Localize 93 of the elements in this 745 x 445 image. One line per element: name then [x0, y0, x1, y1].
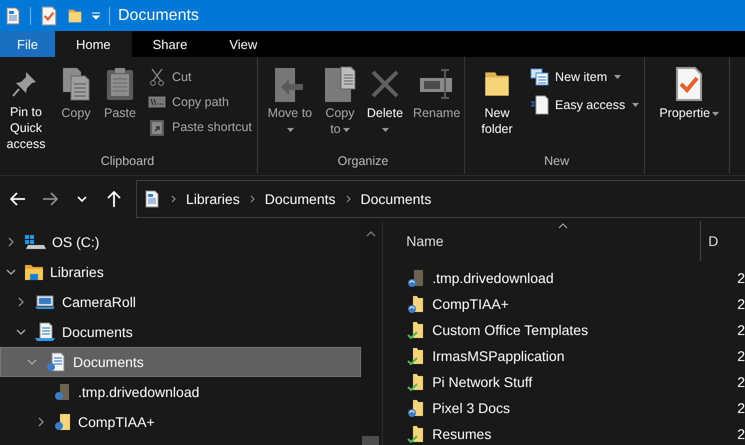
folder-sync-icon [54, 413, 72, 431]
address-bar[interactable]: Libraries Documents Documents [136, 180, 745, 218]
file-name[interactable]: CompTIAA+ [432, 296, 509, 312]
table-cell-text: 2 [736, 374, 745, 390]
chevron-right-icon [346, 194, 351, 202]
paste-shortcut-icon [149, 118, 165, 136]
file-icon [407, 269, 426, 287]
ribbon-tab[interactable]: File [0, 31, 55, 57]
ribbon-small-button[interactable]: New item [527, 66, 642, 88]
chevron-right-icon[interactable] [18, 297, 24, 307]
column-header[interactable]: D [701, 221, 724, 261]
tree-item-label: OS (C:) [52, 234, 100, 250]
table-cell-text: 2 [736, 348, 745, 364]
sort-ascending-icon [558, 223, 568, 229]
tree-item-label: Documents [73, 354, 144, 370]
ribbon-small-button[interactable]: Easy access [527, 93, 642, 117]
ribbon-button[interactable]: Delete [364, 61, 406, 154]
tree-item-label: Libraries [50, 264, 104, 280]
caret-icon [712, 112, 720, 116]
tree-item[interactable]: Libraries [0, 257, 362, 287]
delete-icon [368, 68, 401, 100]
tree-item[interactable]: .tmp.drivedownload [0, 377, 362, 407]
ribbon-button[interactable]: New folder [471, 61, 524, 154]
chevron-right-icon[interactable] [8, 237, 14, 247]
caret-icon [287, 128, 294, 132]
clipboard-icon [104, 66, 136, 102]
folder-icon [407, 399, 426, 417]
document-library-icon [45, 352, 67, 372]
ribbon-button[interactable]: Pin to Quick access [0, 61, 52, 154]
tree-item-label: Documents [62, 324, 133, 340]
folder-icon [407, 295, 426, 313]
tree-item[interactable]: Documents [0, 317, 362, 347]
scroll-up-icon[interactable] [366, 231, 376, 237]
new-item-icon [530, 68, 550, 86]
folder-icon [407, 373, 426, 391]
file-name[interactable]: Custom Office Templates [432, 322, 588, 338]
breadcrumb[interactable]: Documents [360, 190, 432, 206]
tree-item[interactable]: CompTIAA+ [0, 407, 362, 437]
document-library-icon [143, 190, 161, 208]
ribbon-tab[interactable]: Home [54, 31, 132, 57]
group-label: Organize [336, 154, 390, 170]
table-cell-text: 2 [736, 426, 745, 442]
tree-item-label: CameraRoll [62, 294, 136, 310]
group-label: New [543, 154, 570, 170]
file-sync-icon [54, 383, 72, 401]
easy-access-icon [530, 95, 550, 115]
copy-icon [60, 66, 92, 102]
drive-icon [24, 234, 46, 250]
tree-item-label: .tmp.drivedownload [78, 384, 200, 400]
caret-icon [382, 128, 390, 132]
caret-icon [342, 128, 350, 132]
chevron-down-icon[interactable] [16, 329, 26, 335]
tree-item[interactable]: CameraRoll [0, 287, 362, 317]
properties-icon [39, 6, 59, 26]
group-label: Clipboard [100, 154, 156, 170]
table-cell-text: 2 [736, 296, 745, 312]
breadcrumb[interactable]: Documents [264, 190, 336, 206]
library-folder-icon [24, 263, 44, 281]
folder-icon [407, 425, 426, 443]
table-cell-text: 2 [736, 322, 745, 338]
table-cell-text: 2 [736, 270, 745, 286]
breadcrumb[interactable]: Libraries [186, 190, 240, 206]
table-cell-text: 2 [736, 400, 745, 416]
caret-icon[interactable] [91, 10, 101, 20]
folder-icon [407, 321, 426, 339]
folder-icon [407, 347, 426, 365]
file-name[interactable]: Resumes [432, 426, 492, 442]
document-library-icon [34, 322, 56, 342]
monitor-icon [34, 294, 56, 310]
chevron-right-icon [250, 194, 255, 202]
file-name[interactable]: Pi Network Stuff [432, 374, 532, 390]
chevron-right-icon[interactable] [38, 417, 44, 427]
column-header[interactable]: Name [383, 221, 702, 261]
scissors-icon [149, 68, 165, 86]
path-icon [148, 96, 166, 108]
tree-item[interactable]: OS (C:) [0, 227, 362, 257]
chevron-right-icon [171, 194, 176, 202]
file-name[interactable]: IrmasMSPapplication [432, 348, 564, 364]
copy-to-icon [322, 66, 357, 102]
scroll-thumb[interactable] [362, 436, 380, 445]
ribbon-button[interactable]: Propertie [651, 61, 728, 154]
file-name[interactable]: Pixel 3 Docs [432, 400, 510, 416]
up-arrow-icon[interactable] [107, 190, 121, 206]
rename-icon [418, 66, 454, 102]
window-title: Documents [118, 6, 199, 24]
document-icon [4, 6, 22, 24]
tree-item[interactable]: Documents [0, 347, 362, 377]
back-arrow-icon[interactable] [10, 192, 26, 206]
caret-icon [614, 75, 622, 79]
tree-item-label: CompTIAA+ [78, 414, 155, 430]
chevron-down-icon[interactable] [6, 269, 16, 275]
file-name[interactable]: .tmp.drivedownload [432, 270, 554, 286]
caret-icon [632, 103, 640, 107]
